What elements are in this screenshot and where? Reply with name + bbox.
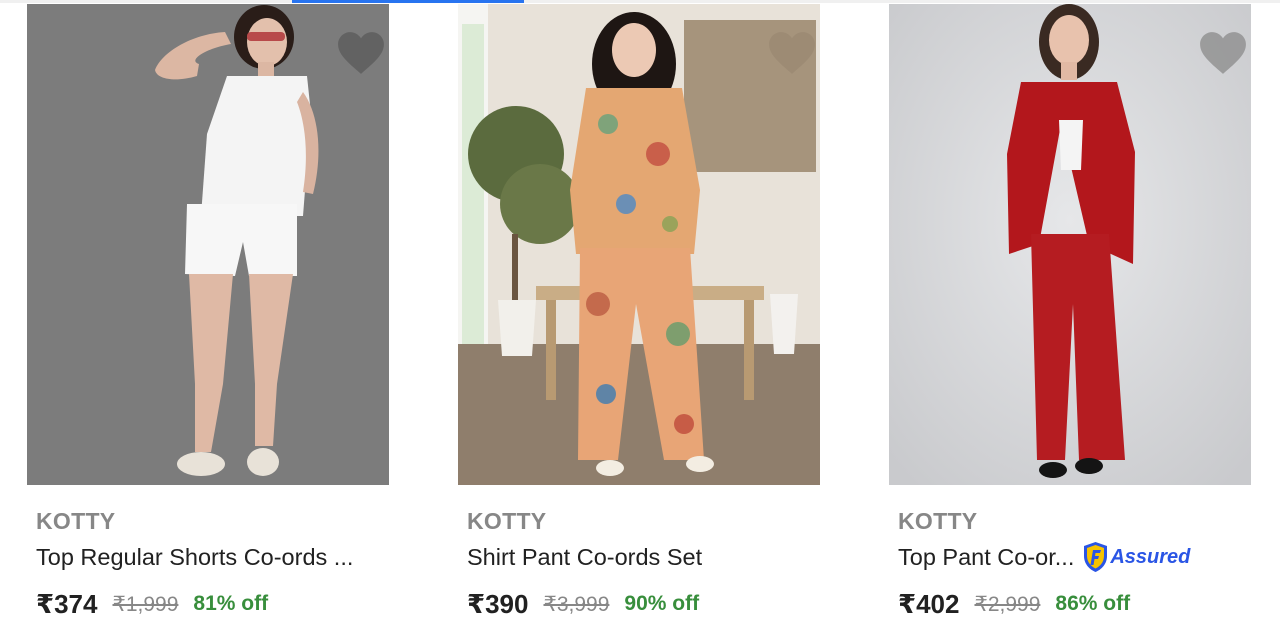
product-discount: 86% off xyxy=(1055,592,1131,615)
price-row: ₹402 ₹2,999 86% off xyxy=(898,586,1130,622)
product-title-row[interactable]: Top Regular Shorts Co-ords ... xyxy=(36,541,386,573)
product-discount: 90% off xyxy=(624,592,700,615)
product-mrp: ₹3,999 xyxy=(543,592,610,616)
price-row: ₹374 ₹1,999 81% off xyxy=(36,586,268,622)
product-title-row[interactable]: Top Pant Co-or... Assured xyxy=(898,541,1248,573)
product-mrp: ₹1,999 xyxy=(112,592,179,616)
product-title-row[interactable]: Shirt Pant Co-ords Set xyxy=(467,541,817,573)
assured-shield-icon xyxy=(1084,542,1108,572)
product-title[interactable]: Top Pant Co-or... xyxy=(898,544,1074,571)
product-title[interactable]: Shirt Pant Co-ords Set xyxy=(467,544,702,571)
product-card[interactable]: KOTTY Shirt Pant Co-ords Set ₹390 ₹3,999… xyxy=(458,4,820,628)
heart-icon[interactable] xyxy=(1198,30,1248,76)
product-image[interactable] xyxy=(889,4,1251,485)
product-price: ₹390 xyxy=(467,588,529,619)
scroll-indicator xyxy=(292,0,524,3)
product-price: ₹402 xyxy=(898,588,960,619)
product-image[interactable] xyxy=(458,4,820,485)
top-divider xyxy=(0,0,1280,3)
assured-badge: Assured xyxy=(1082,541,1190,573)
heart-icon[interactable] xyxy=(767,30,817,76)
product-card[interactable]: KOTTY Top Regular Shorts Co-ords ... ₹37… xyxy=(27,4,389,628)
product-discount: 81% off xyxy=(193,592,269,615)
product-brand: KOTTY xyxy=(36,508,116,534)
product-image[interactable] xyxy=(27,4,389,485)
heart-icon[interactable] xyxy=(336,30,386,76)
product-price: ₹374 xyxy=(36,588,98,619)
product-card[interactable]: KOTTY Top Pant Co-or... Assured ₹402 ₹2,… xyxy=(889,4,1251,628)
product-brand: KOTTY xyxy=(898,508,978,534)
price-row: ₹390 ₹3,999 90% off xyxy=(467,586,699,622)
product-brand: KOTTY xyxy=(467,508,547,534)
assured-label: Assured xyxy=(1110,545,1191,568)
product-mrp: ₹2,999 xyxy=(974,592,1041,616)
product-title[interactable]: Top Regular Shorts Co-ords ... xyxy=(36,544,353,571)
